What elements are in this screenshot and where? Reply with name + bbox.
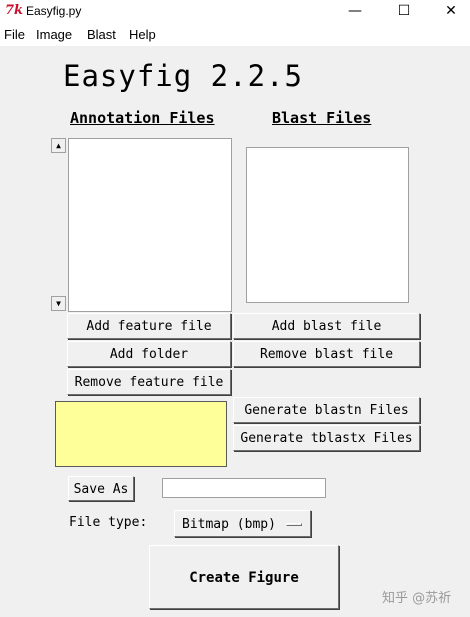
remove-blast-file-button[interactable]: Remove blast file	[233, 341, 420, 367]
menu-blast[interactable]: Blast	[87, 27, 116, 43]
minimize-icon: —	[348, 3, 362, 19]
annotation-files-heading: Annotation Files	[70, 109, 215, 127]
status-box	[55, 401, 227, 467]
menu-image[interactable]: Image	[36, 27, 72, 43]
create-figure-button[interactable]: Create Figure	[149, 545, 339, 609]
generate-tblastx-files-button[interactable]: Generate tblastx Files	[233, 425, 420, 451]
annotation-files-list[interactable]	[68, 138, 232, 312]
minimize-button[interactable]: —	[332, 0, 378, 24]
menu-help[interactable]: Help	[129, 27, 156, 43]
add-blast-file-button[interactable]: Add blast file	[233, 313, 420, 339]
window-title-bar[interactable]: 7k Easyfig.py — ☐ ✕	[0, 0, 470, 24]
generate-blastn-files-button[interactable]: Generate blastn Files	[233, 397, 420, 423]
watermark-text: 知乎 @苏祈	[382, 591, 452, 606]
save-as-button[interactable]: Save As	[68, 476, 134, 501]
window-title: Easyfig.py	[26, 4, 82, 18]
scroll-up-arrow-icon[interactable]: ▲	[51, 138, 66, 153]
maximize-button[interactable]: ☐	[381, 0, 427, 24]
maximize-icon: ☐	[397, 3, 411, 19]
file-type-label: File type:	[69, 515, 148, 530]
file-type-dropdown[interactable]: Bitmap (bmp)	[174, 510, 311, 537]
save-path-input[interactable]	[162, 478, 326, 498]
add-feature-file-button[interactable]: Add feature file	[67, 313, 231, 339]
remove-feature-file-button[interactable]: Remove feature file	[67, 369, 231, 395]
scroll-down-arrow-icon[interactable]: ▼	[51, 296, 66, 311]
dropdown-indicator-icon	[286, 523, 302, 526]
file-type-selected: Bitmap (bmp)	[182, 517, 276, 532]
annotation-scrollbar[interactable]: ▲ ▼	[51, 138, 66, 312]
blast-files-list[interactable]	[246, 147, 409, 303]
add-folder-button[interactable]: Add folder	[67, 341, 231, 367]
close-button[interactable]: ✕	[428, 0, 470, 24]
menu-file[interactable]: File	[4, 27, 25, 43]
app-title: Easyfig 2.2.5	[63, 59, 303, 93]
menu-bar: File Image Blast Help	[0, 24, 470, 46]
blast-files-heading: Blast Files	[272, 109, 372, 127]
tk-feather-icon: 7k	[5, 3, 24, 18]
close-icon: ✕	[445, 3, 457, 19]
